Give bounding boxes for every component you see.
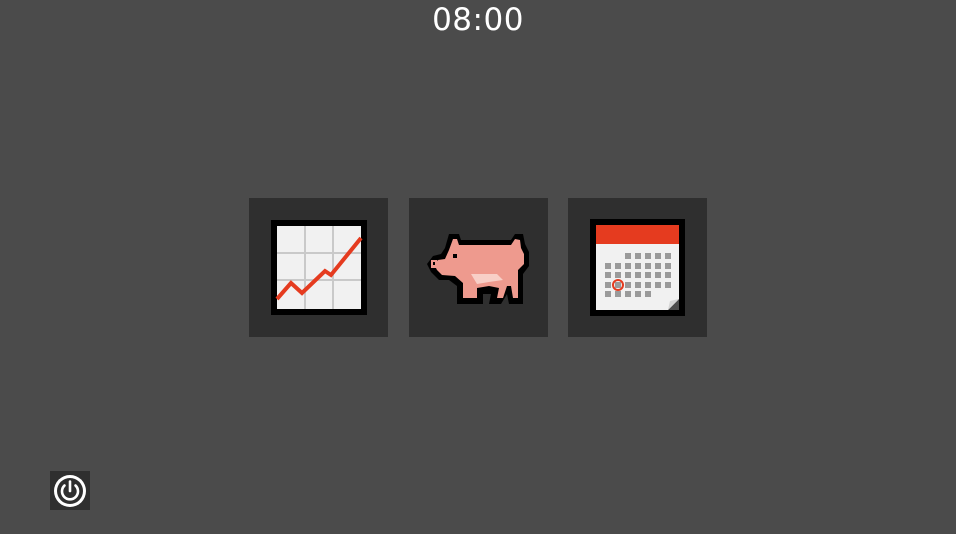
app-tile-calendar[interactable]: [568, 198, 707, 337]
app-tile-chart[interactable]: [249, 198, 388, 337]
power-button[interactable]: [50, 471, 90, 510]
power-icon: [54, 474, 86, 507]
calendar-icon: [590, 219, 685, 316]
stock-chart-icon: [270, 220, 367, 315]
pig-icon: [426, 233, 529, 304]
app-tile-pig[interactable]: [409, 198, 548, 337]
clock-time: 08:00: [432, 2, 524, 38]
